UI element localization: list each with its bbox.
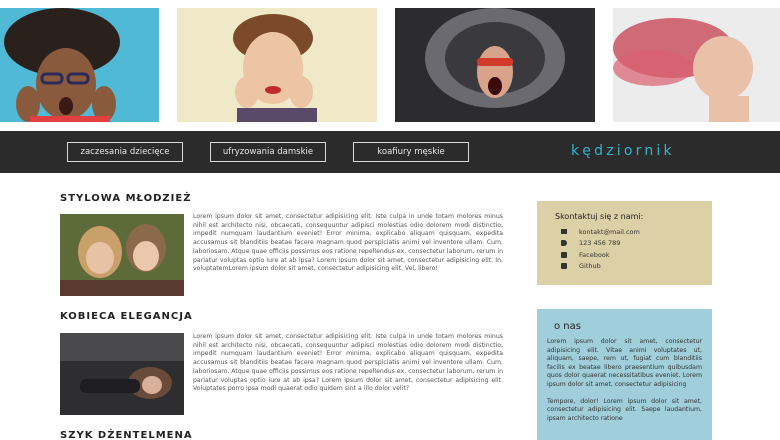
contact-box: Skontaktuj się z nami: kontakt@mail.com … xyxy=(537,201,712,285)
phone-icon xyxy=(561,240,567,247)
contact-email-text: kontakt@mail.com xyxy=(579,227,640,236)
hero-photo-red-hair-woman xyxy=(613,8,780,122)
envelope-icon xyxy=(561,229,567,235)
about-box: o nas Lorem ipsum dolor sit amet, consec… xyxy=(537,309,712,440)
contact-github[interactable]: Github xyxy=(555,261,712,273)
hero-photo-curly-man xyxy=(0,8,159,122)
nav-button-men[interactable]: koafiury męskie xyxy=(353,142,469,162)
section-title-women: KOBIECA ELEGANCJA xyxy=(60,311,193,322)
section-title-youth: STYLOWA MŁODZIEŻ xyxy=(60,193,192,204)
contact-phone-text: 123 456 789 xyxy=(579,239,621,248)
about-paragraph: Lorem ipsum dolor sit amet, consectetur … xyxy=(547,338,702,388)
page: zaczesania dziecięce ufryzowania damskie… xyxy=(0,0,780,440)
nav-button-children[interactable]: zaczesania dziecięce xyxy=(67,142,183,162)
contact-phone[interactable]: 123 456 789 xyxy=(555,238,712,250)
hero-photo-shouting-man xyxy=(395,8,595,122)
navbar: zaczesania dziecięce ufryzowania damskie… xyxy=(0,131,780,173)
section-title-gentleman: SZYK DŻENTELMENA xyxy=(60,430,193,440)
github-icon xyxy=(561,263,567,270)
hero-photo-strip xyxy=(0,0,780,126)
hero-photo-retro-woman xyxy=(177,8,377,122)
contact-title: Skontaktuj się z nami: xyxy=(555,212,644,221)
nav-button-women[interactable]: ufryzowania damskie xyxy=(210,142,326,162)
brand-logo[interactable]: kędziornik xyxy=(571,143,675,159)
section-text-youth: Lorem ipsum dolor sit amet, consectetur … xyxy=(193,213,503,273)
about-paragraph: Tempore, dolor! Lorem ipsum dolor sit am… xyxy=(547,397,702,422)
section-image-woman-lying xyxy=(60,333,184,415)
section-image-kids xyxy=(60,214,184,296)
about-title: o nas xyxy=(554,321,581,332)
contact-github-text: Github xyxy=(579,262,601,271)
section-text-women: Lorem ipsum dolor sit amet, consectetur … xyxy=(193,333,503,393)
facebook-icon xyxy=(561,251,567,258)
contact-facebook-text: Facebook xyxy=(579,250,610,259)
contact-facebook[interactable]: Facebook xyxy=(555,249,712,261)
contact-email[interactable]: kontakt@mail.com xyxy=(555,226,712,238)
